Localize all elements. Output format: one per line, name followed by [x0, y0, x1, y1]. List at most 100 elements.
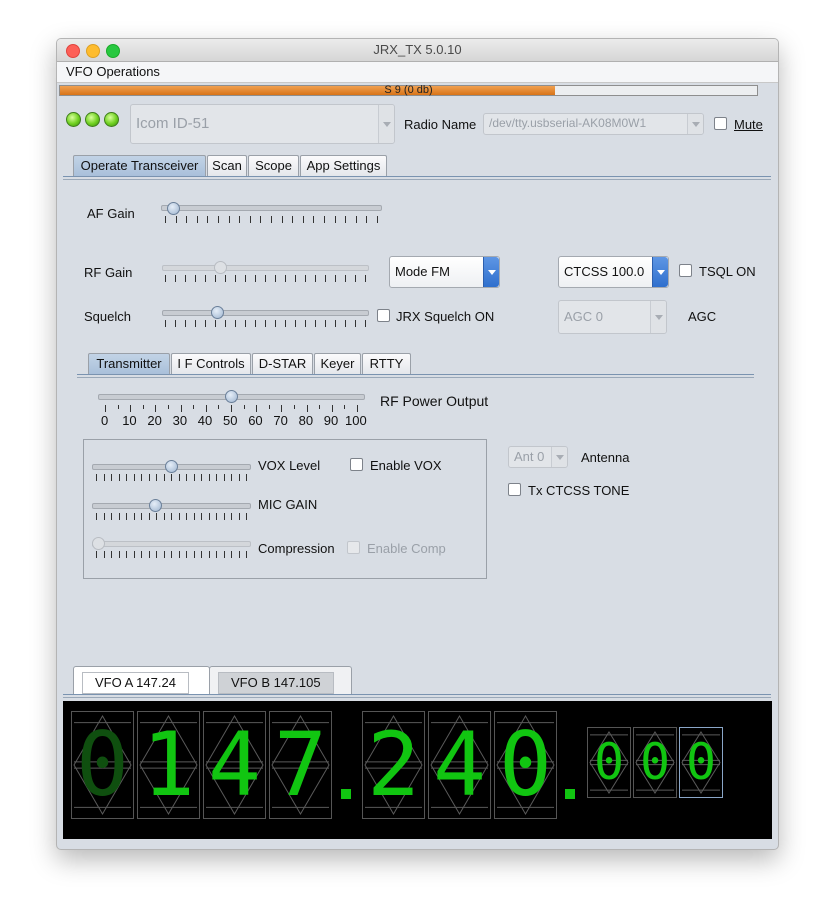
vox-level-thumb[interactable]: [165, 460, 178, 473]
tick-mark: [171, 551, 172, 558]
tick-mark: [295, 275, 296, 282]
af-gain-ticks: [165, 216, 378, 223]
tsql-checkbox[interactable]: [679, 264, 692, 277]
frequency-digit[interactable]: 2: [362, 711, 425, 819]
tick-mark: [235, 275, 236, 282]
tick-mark: [126, 551, 127, 558]
tab-operate-transceiver[interactable]: Operate Transceiver: [73, 155, 206, 176]
rf-power-tick-label: 60: [248, 413, 263, 428]
tick-mark: [141, 513, 142, 520]
frequency-digit[interactable]: 1: [137, 711, 200, 819]
tick-mark: [216, 474, 217, 481]
enable-comp-checkbox[interactable]: [347, 541, 360, 554]
radio-device-value: /dev/tty.usbserial-AK08M0W1: [489, 116, 647, 130]
tab-divider: [63, 176, 771, 177]
radio-model-value: Icom ID-51: [136, 115, 210, 132]
tab-if-controls[interactable]: I F Controls: [171, 353, 251, 374]
antenna-value: Ant 0: [514, 449, 545, 464]
frequency-digit[interactable]: 7: [269, 711, 332, 819]
chevron-down-icon: [650, 301, 666, 333]
tab-vfo-b[interactable]: VFO B 147.105: [209, 666, 352, 695]
tick-mark: [165, 320, 166, 327]
tick-mark: [223, 513, 225, 520]
mode-select[interactable]: Mode FM: [389, 256, 500, 288]
jrx-squelch-checkbox[interactable]: [377, 309, 390, 322]
tick-mark: [103, 551, 105, 558]
rf-gain-thumb[interactable]: [214, 261, 228, 274]
agc-select[interactable]: AGC 0: [558, 300, 667, 334]
tick-mark: [156, 551, 157, 558]
tab-rtty[interactable]: RTTY: [362, 353, 411, 374]
tab-scan[interactable]: Scan: [207, 155, 247, 176]
tick-mark: [243, 405, 245, 409]
enable-vox-checkbox[interactable]: [350, 458, 363, 471]
rf-power-tick-label: 10: [122, 413, 137, 428]
vfo-b-label: VFO B 147.105: [218, 672, 334, 694]
tab-divider: [63, 179, 771, 180]
squelch-track: [162, 310, 369, 316]
tick-mark: [324, 216, 325, 223]
tick-mark: [305, 275, 306, 282]
mute-checkbox[interactable]: [714, 117, 727, 130]
tick-mark: [168, 405, 169, 409]
tab-scope[interactable]: Scope: [248, 155, 299, 176]
rf-power-tick-label: 80: [298, 413, 314, 428]
mic-gain-thumb[interactable]: [148, 499, 162, 512]
chevron-down-icon: [652, 257, 668, 287]
tab-transmitter[interactable]: Transmitter: [88, 353, 170, 374]
frequency-display: 0 1 4 7 2 4 0 0 0 0: [63, 701, 772, 839]
af-gain-thumb[interactable]: [167, 202, 181, 215]
tick-mark: [111, 551, 112, 558]
menu-vfo-operations[interactable]: VFO Operations: [66, 64, 160, 79]
tick-mark: [239, 216, 241, 223]
tab-dstar[interactable]: D-STAR: [252, 353, 313, 374]
frequency-digit-selected[interactable]: 0: [679, 727, 723, 798]
tick-mark: [171, 513, 172, 520]
tab-keyer[interactable]: Keyer: [314, 353, 361, 374]
rf-power-tick-label: 50: [223, 413, 238, 428]
tick-mark: [111, 474, 112, 481]
tick-mark: [205, 405, 207, 412]
tick-mark: [245, 320, 246, 327]
frequency-digit[interactable]: 4: [428, 711, 491, 819]
tick-mark: [186, 513, 187, 520]
tab-vfo-a[interactable]: VFO A 147.24: [73, 666, 210, 695]
tick-mark: [155, 405, 157, 412]
radio-model-select[interactable]: Icom ID-51: [130, 104, 395, 144]
rf-power-thumb[interactable]: [225, 390, 238, 403]
tick-mark: [285, 275, 286, 282]
tick-mark: [163, 551, 165, 558]
chevron-down-icon: [378, 105, 394, 143]
frequency-digit[interactable]: 0: [71, 711, 134, 819]
tick-mark: [355, 216, 357, 223]
frequency-digit[interactable]: 0: [494, 711, 557, 819]
ctcss-select[interactable]: CTCSS 100.0: [558, 256, 669, 288]
tick-mark: [355, 275, 356, 282]
tick-mark: [208, 551, 210, 558]
agc-value: AGC 0: [564, 309, 604, 324]
compression-track: [92, 541, 251, 547]
squelch-thumb[interactable]: [210, 306, 224, 319]
decimal-point: [341, 789, 351, 799]
tick-mark: [216, 551, 217, 558]
frequency-digit[interactable]: 0: [587, 727, 631, 798]
frequency-digit[interactable]: 4: [203, 711, 266, 819]
tick-mark: [245, 275, 246, 282]
tick-mark: [178, 513, 180, 520]
tick-mark: [246, 551, 247, 558]
tick-mark: [313, 216, 315, 223]
antenna-select[interactable]: Ant 0: [508, 446, 568, 468]
tick-mark: [365, 320, 366, 327]
frequency-digit[interactable]: 0: [633, 727, 677, 798]
tick-mark: [216, 513, 217, 520]
status-led-1: [66, 112, 81, 127]
radio-device-select[interactable]: /dev/tty.usbserial-AK08M0W1: [483, 113, 704, 135]
tick-mark: [344, 405, 346, 409]
tx-ctcss-checkbox[interactable]: [508, 483, 521, 496]
tick-mark: [111, 513, 112, 520]
tick-mark: [228, 216, 230, 223]
compression-thumb[interactable]: [92, 537, 105, 550]
tab-app-settings[interactable]: App Settings: [300, 155, 387, 176]
tick-mark: [165, 216, 166, 223]
tick-mark: [141, 551, 142, 558]
